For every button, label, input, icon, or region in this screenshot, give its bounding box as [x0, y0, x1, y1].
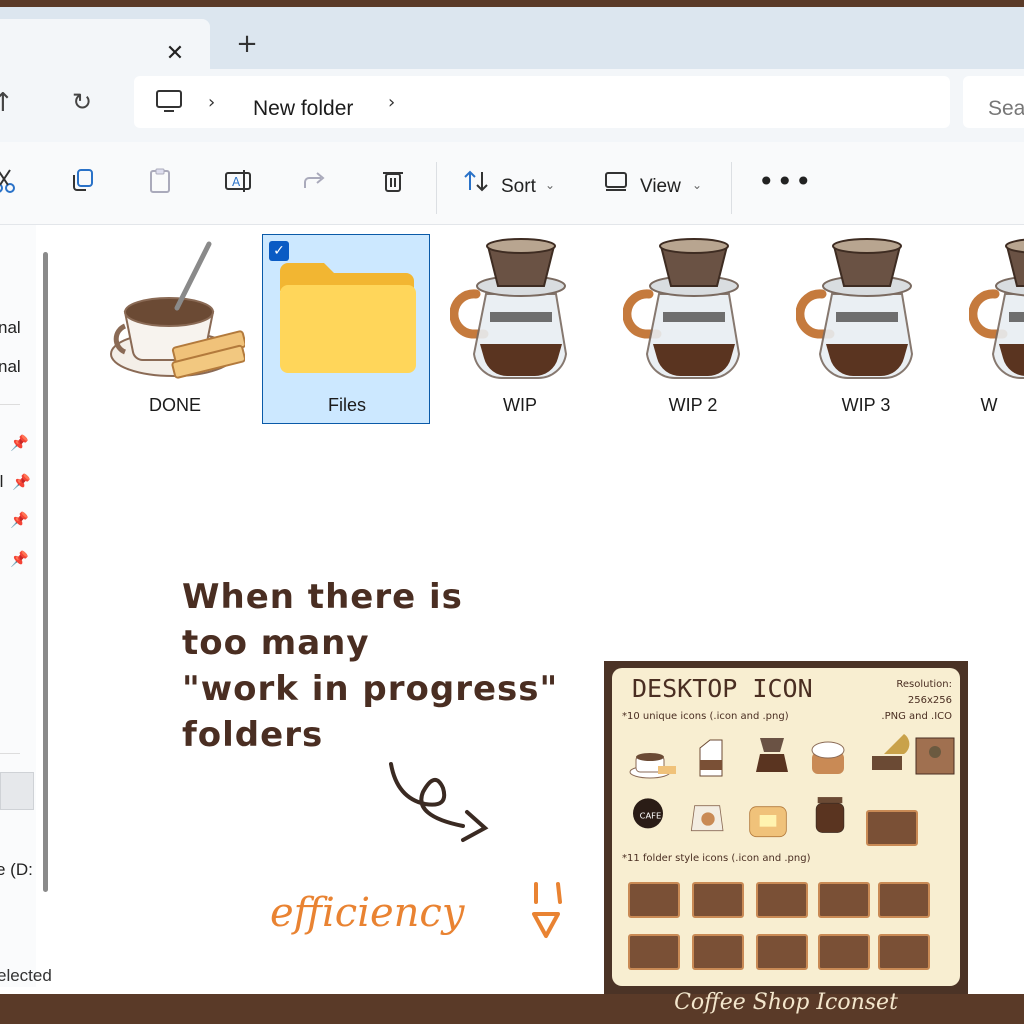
- file-item-wip-partial[interactable]: W: [955, 228, 1024, 423]
- sidebar-item[interactable]: nal: [0, 318, 21, 338]
- coffee-cup-icon: [110, 241, 245, 379]
- up-arrow-icon[interactable]: ↑: [0, 88, 14, 118]
- menu-folder-icon: [866, 810, 918, 846]
- toolbar-divider: [731, 162, 732, 214]
- svg-text:CAFE: CAFE: [640, 810, 662, 820]
- cut-icon[interactable]: [0, 166, 20, 196]
- unique-icons-note: *10 unique icons (.icon and .png): [622, 711, 789, 722]
- new-tab-icon[interactable]: +: [236, 31, 258, 57]
- toolbar-divider: [436, 162, 437, 214]
- active-tab[interactable]: ✕: [0, 19, 210, 69]
- sidebar-divider: [0, 753, 20, 754]
- coffee-dripper-icon: [623, 238, 741, 380]
- cookie-bag-icon: [690, 805, 724, 832]
- caption-line: When there is: [182, 577, 463, 617]
- share-icon[interactable]: [300, 166, 330, 196]
- sort-icon[interactable]: [461, 166, 491, 196]
- hot-chocolate-icon: [811, 741, 845, 774]
- folder-chocolate-icon: [756, 934, 808, 970]
- portrait-frame-icon: [915, 737, 955, 775]
- sidebar-item[interactable]: (l: [0, 472, 3, 492]
- paste-icon[interactable]: [145, 166, 175, 196]
- rename-icon[interactable]: A: [223, 166, 253, 196]
- folder-cup-icon: [756, 882, 808, 918]
- folder-icons-note: *11 folder style icons (.icon and .png): [622, 853, 811, 864]
- search-input[interactable]: Sea: [988, 97, 1024, 121]
- pin-icon: 📌: [10, 511, 29, 529]
- sidebar-scrollbar[interactable]: [43, 252, 48, 892]
- view-button[interactable]: View: [640, 176, 681, 198]
- folder-gramophone-icon: [628, 882, 680, 918]
- file-name-label: DONE: [148, 395, 201, 415]
- breadcrumb-current[interactable]: New folder: [253, 97, 353, 121]
- file-item-wip[interactable]: WIP: [436, 228, 604, 423]
- coffee-dripper-icon: [450, 238, 568, 380]
- pin-icon: 📌: [12, 473, 31, 491]
- view-icon[interactable]: [601, 166, 631, 196]
- file-item-wip-3[interactable]: WIP 3: [782, 228, 950, 423]
- sort-button[interactable]: Sort: [501, 176, 536, 198]
- efficiency-text: efficiency: [270, 890, 465, 936]
- copy-icon[interactable]: [68, 166, 98, 196]
- coffee-dripper-icon: [969, 238, 1024, 380]
- coffee-cup-icon: [629, 753, 676, 779]
- svg-text:A: A: [232, 175, 241, 189]
- file-item-done[interactable]: DONE: [91, 228, 259, 423]
- folder-cookie-icon: [692, 882, 744, 918]
- tab-bar: ✕ +: [0, 7, 1024, 69]
- folder-milk-icon: [818, 934, 870, 970]
- sidebar-item-selected[interactable]: [0, 772, 34, 810]
- toast-icon: [749, 806, 787, 838]
- caption-text: When there is too many "work in progress…: [182, 574, 558, 758]
- smiley-face-icon: [532, 882, 562, 938]
- sidebar-item[interactable]: nal: [0, 357, 21, 377]
- milk-carton-icon: [699, 739, 723, 777]
- caption-line: folders: [182, 715, 324, 755]
- file-item-wip-2[interactable]: WIP 2: [609, 228, 777, 423]
- status-bar-text: elected: [0, 966, 52, 985]
- sidebar-item-drive[interactable]: e (D:: [0, 860, 33, 880]
- coffee-jar-icon: [815, 797, 845, 833]
- coffee-dripper-icon: [756, 738, 788, 772]
- chevron-right-icon[interactable]: ›: [208, 92, 215, 113]
- sidebar-divider: [0, 404, 20, 405]
- folder-dripper-icon: [818, 882, 870, 918]
- card-resolution: Resolution: 256x256 .PNG and .ICO: [862, 677, 952, 725]
- pin-icon: 📌: [10, 434, 29, 452]
- more-options-icon[interactable]: •••: [758, 168, 814, 196]
- file-item-files[interactable]: ✓ Files: [262, 234, 430, 424]
- chevron-right-icon[interactable]: ›: [388, 92, 395, 113]
- gramophone-icon: [872, 734, 910, 770]
- file-name-label: WIP: [503, 395, 537, 415]
- coffee-dripper-icon: [796, 238, 914, 380]
- close-tab-icon[interactable]: ✕: [164, 43, 186, 65]
- folder-portrait-icon: [692, 934, 744, 970]
- folder-icon: [280, 263, 416, 373]
- caption-line: "work in progress": [182, 669, 559, 709]
- format-text: .PNG and .ICO: [881, 711, 952, 722]
- card-title: DESKTOP ICON: [632, 674, 813, 703]
- pin-icon: 📌: [10, 550, 29, 568]
- file-name-label: WIP 2: [668, 395, 718, 415]
- folder-cafe-sign-icon: [628, 934, 680, 970]
- cafe-sign-icon: CAFE: [633, 798, 663, 829]
- refresh-icon[interactable]: ↻: [72, 88, 92, 116]
- folder-jar-icon: [878, 934, 930, 970]
- computer-icon: [156, 90, 182, 112]
- resolution-text: Resolution: 256x256: [896, 679, 952, 706]
- curly-arrow-icon: [389, 762, 489, 842]
- card-footer-title: Coffee Shop Iconset: [674, 990, 898, 1015]
- chevron-down-icon[interactable]: ⌄: [692, 178, 702, 192]
- delete-icon[interactable]: [378, 166, 408, 196]
- folder-toast-icon: [878, 882, 930, 918]
- file-name-label: WIP 3: [841, 395, 891, 415]
- file-name-label: Files: [327, 395, 366, 415]
- caption-line: too many: [182, 623, 370, 663]
- chevron-down-icon[interactable]: ⌄: [545, 178, 555, 192]
- file-name-label: W: [980, 395, 998, 415]
